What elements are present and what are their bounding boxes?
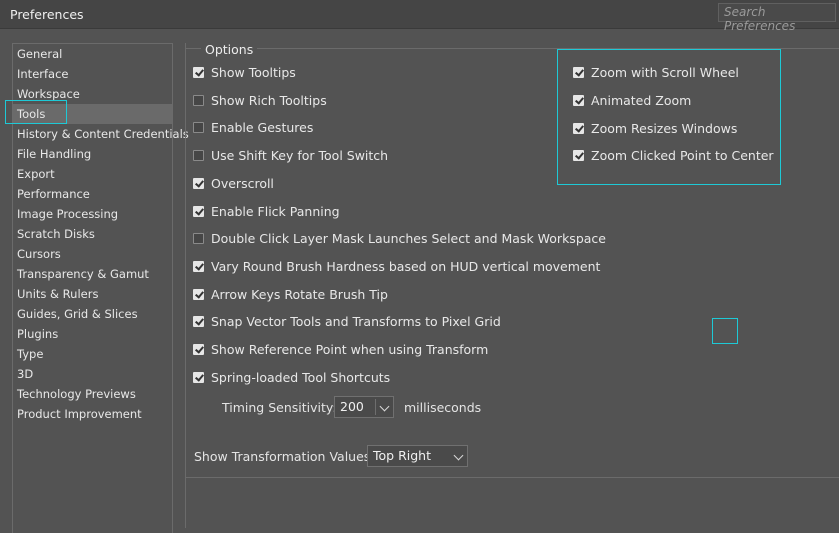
transformation-values-value: Top Right xyxy=(373,448,431,463)
sidebar-item-history-content-credentials[interactable]: History & Content Credentials xyxy=(13,124,189,144)
option-label: Use Shift Key for Tool Switch xyxy=(211,148,389,164)
sidebar-item-guides-grid-slices[interactable]: Guides, Grid & Slices xyxy=(13,304,172,324)
window-title: Preferences xyxy=(10,7,84,22)
checkbox-use-shift-key-for-tool-switch[interactable] xyxy=(193,150,204,162)
transformation-values-label: Show Transformation Values: xyxy=(194,449,375,464)
option-label: Overscroll xyxy=(211,175,274,191)
checkbox-show-tooltips[interactable] xyxy=(193,67,204,78)
option-label: Enable Gestures xyxy=(211,120,314,136)
sidebar-item-general[interactable]: General xyxy=(13,44,172,64)
checkbox-vary-round-brush-hardness-based-on-hud-vertical-movement[interactable] xyxy=(193,260,204,272)
option-label: Double Click Layer Mask Launches Select … xyxy=(211,231,606,247)
chevron-down-icon xyxy=(453,450,464,461)
sidebar-item-performance[interactable]: Performance xyxy=(13,184,172,204)
option-label: Snap Vector Tools and Transforms to Pixe… xyxy=(211,314,501,330)
checkbox-overscroll[interactable] xyxy=(193,177,204,189)
sidebar-item-product-improvement[interactable]: Product Improvement xyxy=(13,404,172,424)
option-label: Show Rich Tooltips xyxy=(211,92,327,108)
checkbox-enable-flick-panning[interactable] xyxy=(193,205,204,217)
sidebar-item-units-rulers[interactable]: Units & Rulers xyxy=(13,284,172,304)
option-label: Vary Round Brush Hardness based on HUD v… xyxy=(211,258,601,274)
highlight-marker-box xyxy=(712,318,738,344)
sidebar-item-file-handling[interactable]: File Handling xyxy=(13,144,172,164)
option-label: Spring-loaded Tool Shortcuts xyxy=(211,369,391,385)
timing-sensitivity-value: 200 xyxy=(340,399,364,414)
sidebar-item-3d[interactable]: 3D xyxy=(13,364,172,384)
option-label: Arrow Keys Rotate Brush Tip xyxy=(211,286,388,302)
transformation-values-select[interactable]: Top Right xyxy=(367,445,468,467)
selection-highlight-box xyxy=(5,100,67,124)
sidebar-item-scratch-disks[interactable]: Scratch Disks xyxy=(13,224,172,244)
checkbox-snap-vector-tools-and-transforms-to-pixel-grid[interactable] xyxy=(193,316,204,328)
checkbox-enable-gestures[interactable] xyxy=(193,122,204,134)
sidebar-item-export[interactable]: Export xyxy=(13,164,172,184)
option-label: Enable Flick Panning xyxy=(211,203,340,219)
checkbox-double-click-layer-mask-launches-select-and-mask-workspace[interactable] xyxy=(193,233,204,245)
chevron-down-icon xyxy=(379,401,390,412)
sidebar-item-plugins[interactable]: Plugins xyxy=(13,324,172,344)
option-label: Show Tooltips xyxy=(211,65,296,80)
sidebar-item-cursors[interactable]: Cursors xyxy=(13,244,172,264)
timing-sensitivity-label: Timing Sensitivity: xyxy=(222,400,337,415)
zoom-options-highlight xyxy=(557,49,781,185)
sidebar-item-image-processing[interactable]: Image Processing xyxy=(13,204,172,224)
title-bar: Preferences Search Preferences xyxy=(0,0,839,33)
options-legend: Options xyxy=(201,42,258,57)
sidebar-item-technology-previews[interactable]: Technology Previews xyxy=(13,384,172,404)
timing-sensitivity-select[interactable]: 200 xyxy=(334,396,394,418)
checkbox-show-rich-tooltips[interactable] xyxy=(193,94,204,106)
sidebar-item-transparency-gamut[interactable]: Transparency & Gamut xyxy=(13,264,172,284)
checkbox-arrow-keys-rotate-brush-tip[interactable] xyxy=(193,288,204,300)
timing-unit-label: milliseconds xyxy=(404,400,482,415)
sidebar-item-interface[interactable]: Interface xyxy=(13,64,172,84)
select-divider xyxy=(375,399,376,415)
sidebar-item-type[interactable]: Type xyxy=(13,344,172,364)
search-input[interactable]: Search Preferences xyxy=(718,3,836,33)
option-label: Show Reference Point when using Transfor… xyxy=(211,342,489,357)
checkbox-spring-loaded-tool-shortcuts[interactable] xyxy=(193,371,204,383)
checkbox-show-reference-point-when-using-transform[interactable] xyxy=(193,344,204,355)
